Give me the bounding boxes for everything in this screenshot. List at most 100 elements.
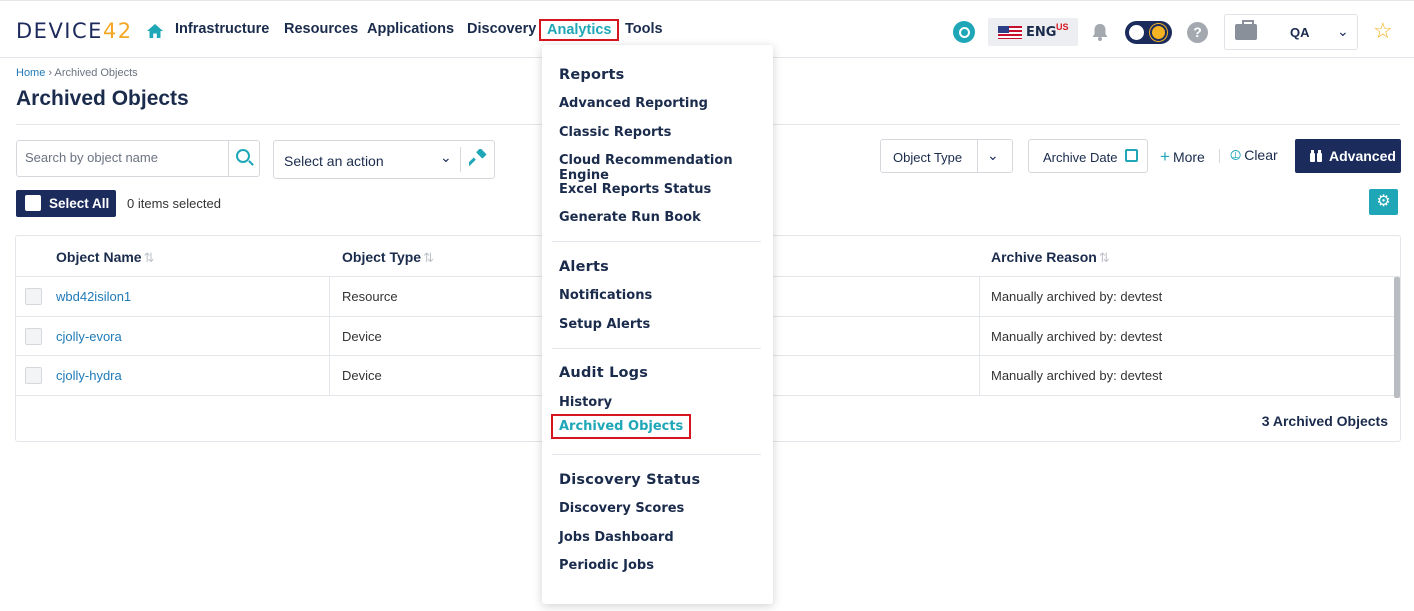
select-all-button[interactable]: Select All [16, 190, 116, 217]
breadcrumb-separator: › [45, 67, 55, 79]
menu-item-jobs-dashboard[interactable]: Jobs Dashboard [559, 530, 674, 545]
chevron-down-icon: ⌄ [440, 149, 452, 165]
theme-toggle[interactable] [1125, 21, 1172, 44]
environment-label: QA [1290, 25, 1310, 40]
object-type-filter-label: Object Type [893, 150, 963, 165]
object-name-link[interactable]: cjolly-hydra [56, 368, 122, 383]
action-select[interactable]: Select an action ⌄ [273, 140, 495, 179]
select-all-checkbox [25, 195, 41, 211]
nav-infrastructure[interactable]: Infrastructure [175, 21, 269, 37]
search-input[interactable] [25, 150, 225, 165]
advanced-search-button[interactable]: Advanced [1295, 139, 1401, 173]
object-name-link[interactable]: cjolly-evora [56, 329, 122, 344]
menu-item-classic-reports[interactable]: Classic Reports [559, 125, 671, 140]
archive-reason-cell: Manually archived by: devtest [991, 329, 1163, 344]
divider [552, 454, 761, 455]
sort-icon: ⇅ [423, 250, 434, 265]
nav-resources[interactable]: Resources [284, 21, 358, 37]
menu-heading-reports: Reports [559, 67, 625, 83]
advanced-label: Advanced [1329, 148, 1396, 164]
divider [329, 277, 330, 395]
menu-item-cloud-recommendation-engine[interactable]: Cloud Recommendation Engine [559, 153, 773, 183]
menu-item-generate-run-book[interactable]: Generate Run Book [559, 210, 701, 225]
column-header-object-name[interactable]: Object Name ⇅ [56, 249, 155, 266]
language-region: US [1056, 22, 1069, 32]
divider [460, 147, 461, 172]
clear-filters-button[interactable]: ⦹ Clear [1230, 147, 1278, 164]
divider [979, 277, 980, 395]
menu-item-discovery-scores[interactable]: Discovery Scores [559, 501, 684, 516]
divider [977, 140, 978, 172]
chevron-down-icon: ⌄ [1337, 23, 1349, 39]
object-type-cell: Device [342, 368, 382, 383]
calendar-icon [1125, 149, 1138, 162]
menu-heading-discovery-status: Discovery Status [559, 472, 701, 488]
select-all-label: Select All [49, 196, 110, 211]
breadcrumb-home[interactable]: Home [16, 67, 45, 79]
language-selector[interactable]: ENG US [988, 18, 1078, 46]
chevron-down-icon: ⌄ [987, 147, 999, 163]
breadcrumb-current: Archived Objects [54, 67, 138, 79]
menu-item-periodic-jobs[interactable]: Periodic Jobs [559, 558, 654, 573]
sun-icon [1152, 26, 1165, 39]
object-type-cell: Resource [342, 289, 398, 304]
row-checkbox[interactable] [25, 367, 42, 384]
us-flag-icon [998, 26, 1022, 39]
briefcase-icon [1235, 20, 1257, 40]
language-label: ENG [1026, 25, 1057, 40]
nav-analytics[interactable]: Analytics [539, 19, 620, 41]
favorite-star-icon[interactable]: ☆ [1373, 20, 1393, 42]
row-checkbox[interactable] [25, 288, 42, 305]
menu-item-excel-reports-status[interactable]: Excel Reports Status [559, 182, 711, 197]
object-type-cell: Device [342, 329, 382, 344]
page-title: Archived Objects [16, 87, 189, 110]
clear-label: Clear [1244, 147, 1278, 163]
bell-icon[interactable] [1090, 22, 1110, 42]
menu-heading-audit-logs: Audit Logs [559, 365, 649, 381]
nav-applications[interactable]: Applications [367, 21, 454, 37]
breadcrumb: Home › Archived Objects [16, 67, 138, 79]
object-type-filter[interactable]: Object Type ⌄ [880, 139, 1013, 173]
menu-item-archived-objects[interactable]: Archived Objects [551, 414, 692, 439]
divider [552, 241, 761, 242]
column-header-archive-reason[interactable]: Archive Reason ⇅ [991, 249, 1110, 266]
archive-reason-cell: Manually archived by: devtest [991, 289, 1163, 304]
divider [1219, 149, 1220, 163]
column-header-object-type[interactable]: Object Type ⇅ [342, 249, 434, 266]
menu-item-notifications[interactable]: Notifications [559, 288, 652, 303]
menu-item-history[interactable]: History [559, 395, 612, 410]
archive-date-filter[interactable]: Archive Date [1028, 139, 1148, 173]
nav-tools[interactable]: Tools [625, 21, 663, 37]
plus-icon: + [1160, 147, 1170, 166]
home-icon[interactable] [146, 23, 164, 39]
global-search-icon[interactable] [953, 21, 975, 43]
more-filters-button[interactable]: + More [1160, 147, 1205, 167]
object-name-link[interactable]: wbd42isilon1 [56, 289, 131, 304]
nav-discovery[interactable]: Discovery [467, 21, 536, 37]
search-box [16, 140, 260, 177]
device42-logo[interactable]: DEVICE42 [16, 19, 133, 43]
archived-objects-count: 3 Archived Objects [1261, 413, 1388, 429]
menu-item-setup-alerts[interactable]: Setup Alerts [559, 317, 650, 332]
menu-item-advanced-reporting[interactable]: Advanced Reporting [559, 96, 708, 111]
table-scrollbar[interactable] [1394, 277, 1400, 398]
sort-icon: ⇅ [143, 250, 155, 265]
binoculars-icon [1310, 150, 1322, 162]
menu-heading-alerts: Alerts [559, 259, 609, 275]
search-icon[interactable] [236, 149, 250, 163]
help-icon[interactable]: ? [1187, 22, 1208, 43]
divider [228, 141, 229, 176]
row-checkbox[interactable] [25, 328, 42, 345]
clear-filter-icon: ⦹ [1230, 147, 1242, 163]
hammer-icon[interactable] [469, 149, 487, 167]
toggle-knob [1129, 25, 1144, 40]
environment-selector[interactable]: QA ⌄ [1224, 14, 1358, 50]
archive-reason-cell: Manually archived by: devtest [991, 368, 1163, 383]
action-select-value: Select an action [284, 153, 384, 169]
divider [552, 348, 761, 349]
archive-date-filter-label: Archive Date [1043, 150, 1118, 165]
more-label: More [1172, 149, 1205, 165]
gear-icon[interactable]: ⚙ [1369, 189, 1398, 215]
items-selected-count: 0 items selected [127, 196, 221, 211]
sort-icon: ⇅ [1098, 250, 1110, 265]
